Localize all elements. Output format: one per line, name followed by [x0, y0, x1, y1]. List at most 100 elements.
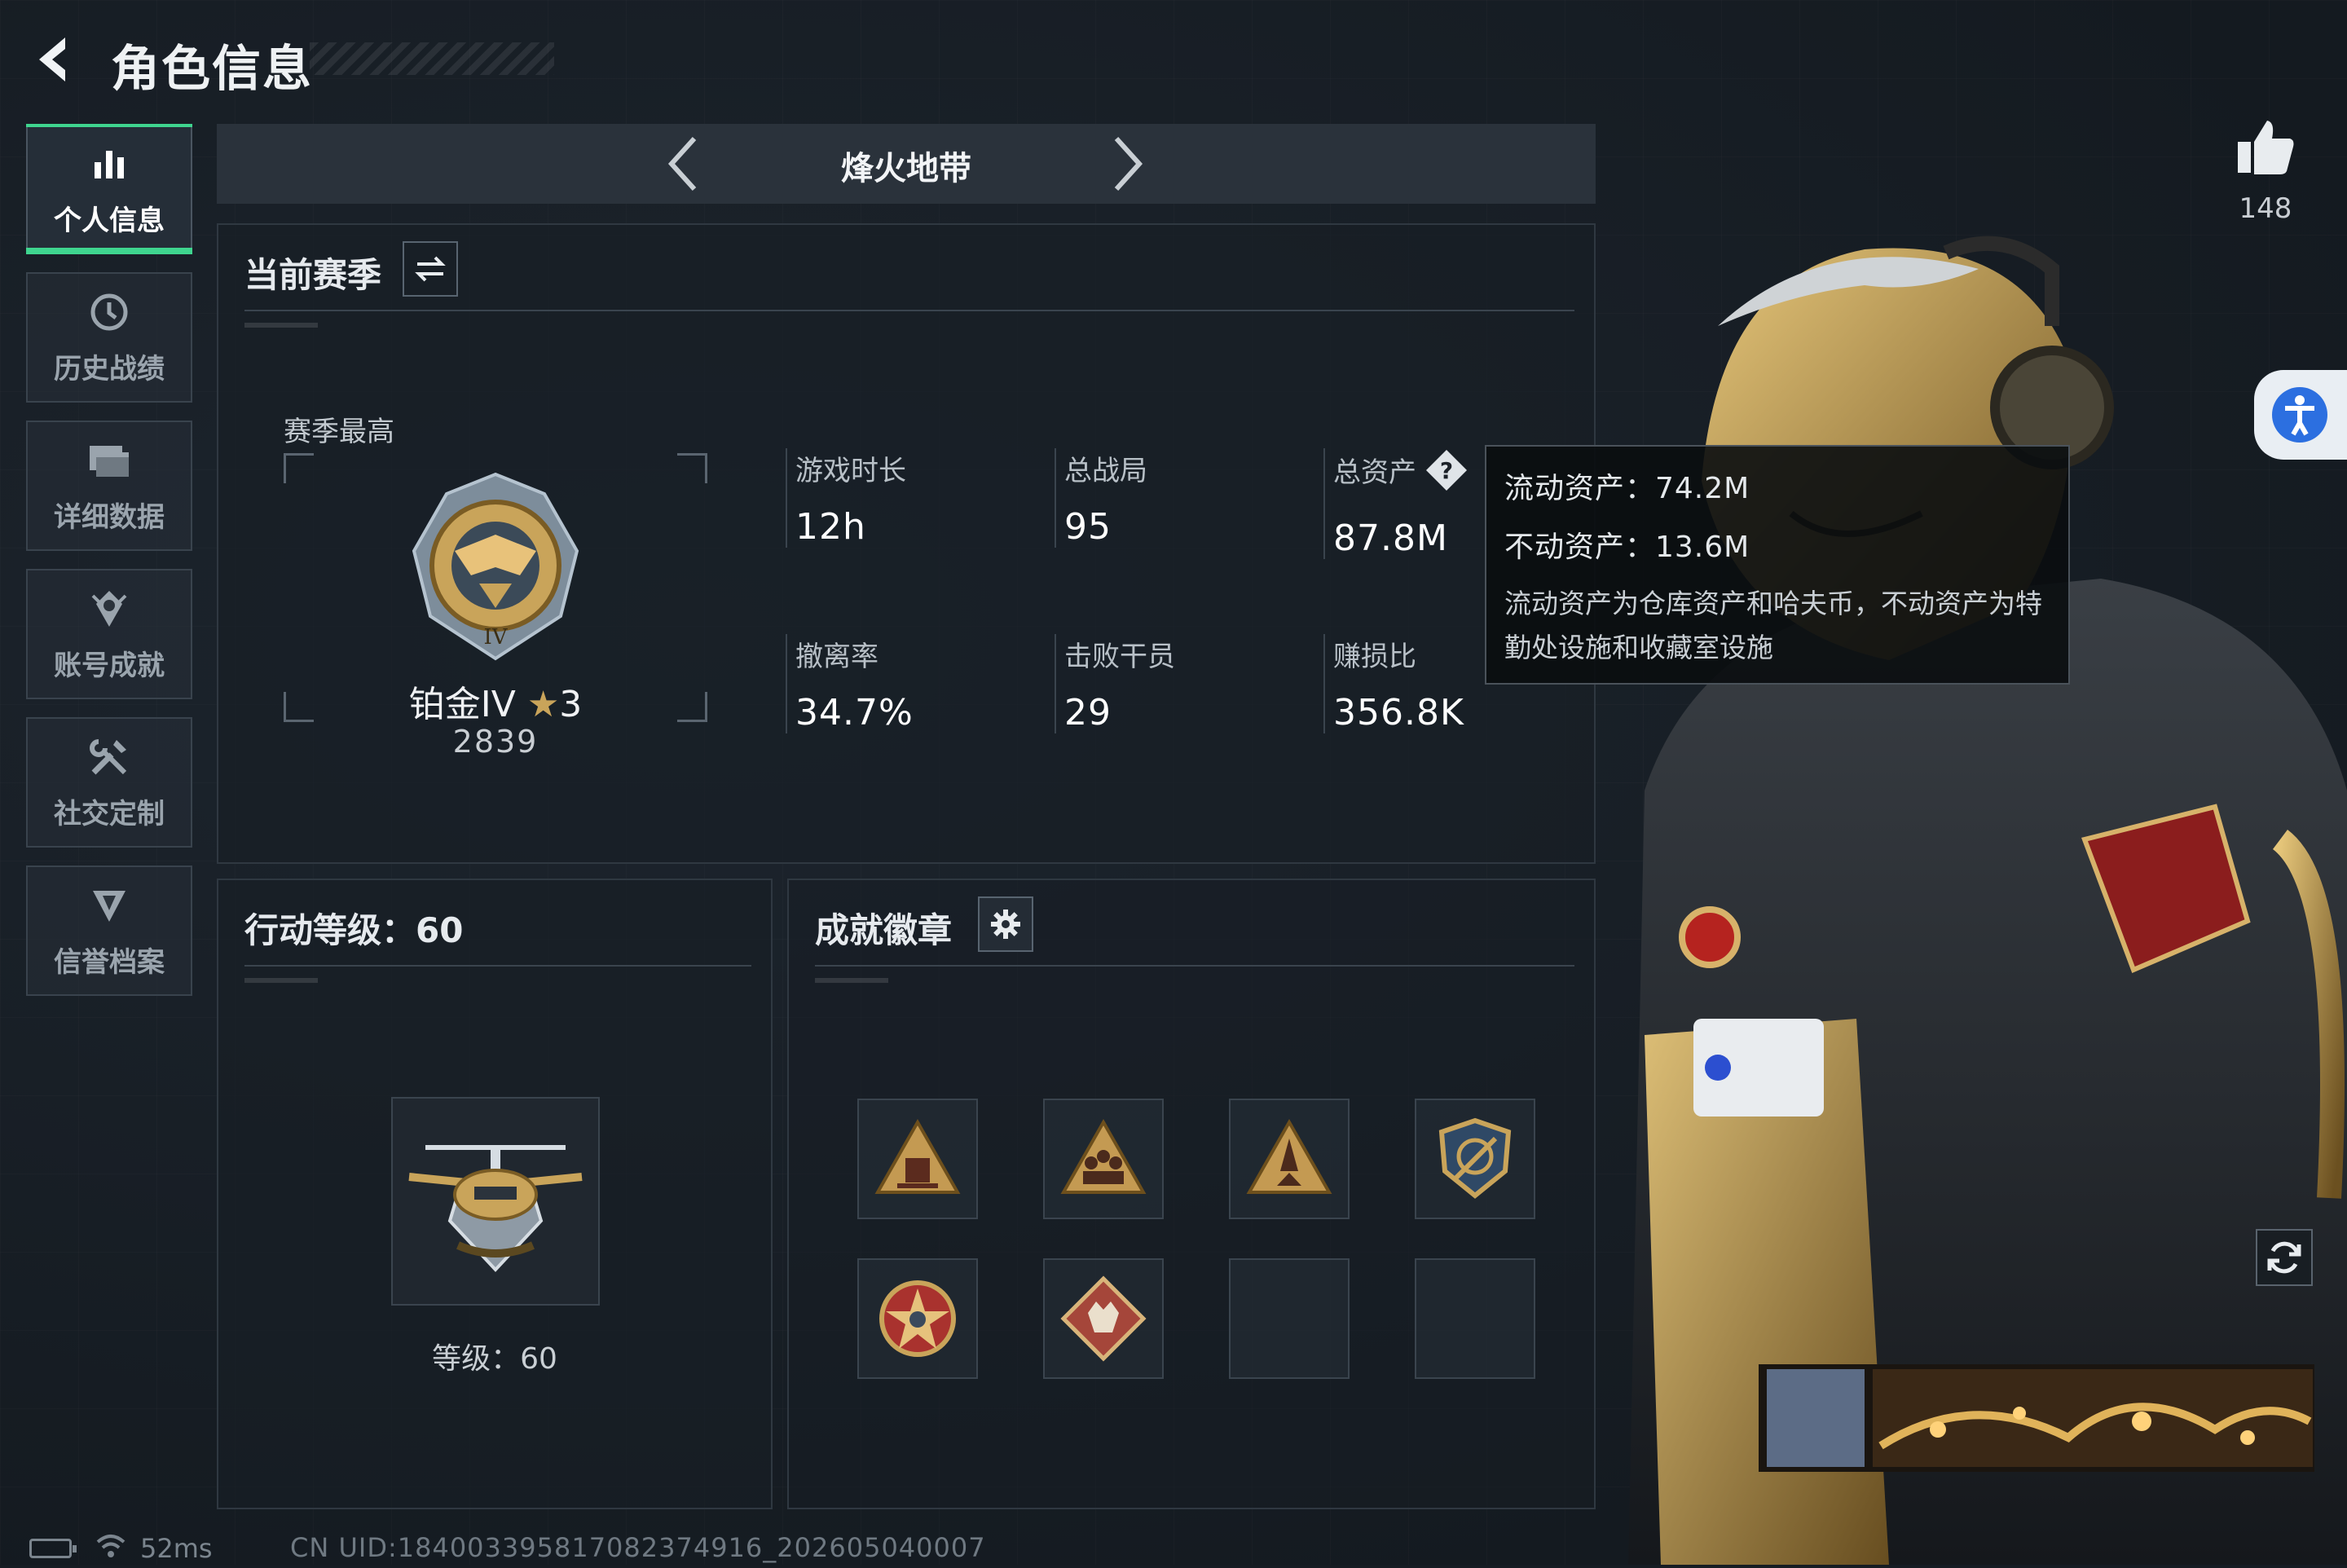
tools-icon	[86, 734, 132, 780]
sidebar-item-personal-info[interactable]: 个人信息	[26, 124, 192, 254]
uid-text: CN UID:18400339581708237491​6_2026050400…	[290, 1532, 986, 1563]
tooltip-fixed-assets: 不动资产：13.6M	[1504, 531, 1750, 564]
tooltip-liquid-assets: 流动资产：74.2M	[1504, 472, 1750, 505]
level-text: 等级：60	[432, 1342, 557, 1376]
thumbs-up-icon[interactable]	[2233, 114, 2298, 179]
stat-value: 87.8M	[1333, 518, 1448, 559]
swap-icon	[415, 256, 446, 282]
accessibility-icon	[2272, 387, 2327, 443]
sidebar-item-details[interactable]: 详细数据	[26, 421, 192, 551]
chevron-right-icon[interactable]	[1097, 135, 1154, 192]
page-title: 角色信息	[111, 41, 313, 98]
wifi-icon	[95, 1532, 127, 1565]
stat-total-assets: 总资产? 87.8M	[1323, 448, 1469, 559]
gear-icon	[991, 910, 1020, 939]
sidebar-item-label: 历史战绩	[54, 352, 165, 385]
stat-label: 击败干员	[1064, 641, 1175, 673]
badge-slot-empty[interactable]	[1415, 1258, 1535, 1379]
ping-text: 52ms	[140, 1533, 213, 1564]
star-icon: ★	[526, 684, 560, 725]
title-decoration	[310, 42, 554, 75]
rank-score: 2839	[452, 724, 539, 760]
rank-name-text: 铂金IV	[408, 684, 516, 725]
rank-emblem-icon: IV	[398, 469, 593, 665]
badge-slot[interactable]	[1043, 1258, 1164, 1379]
wolf-diamond-badge-icon	[1060, 1275, 1147, 1362]
season-heading: 当前赛季	[244, 255, 382, 295]
sidebar-item-social[interactable]: 社交定制	[26, 717, 192, 848]
stat-value: 95	[1064, 506, 1112, 548]
rank-stars: 3	[559, 684, 583, 725]
stat-profit-ratio: 赚损比 356.8K	[1323, 634, 1464, 733]
level-emblem[interactable]	[391, 1097, 600, 1306]
stat-value: 356.8K	[1333, 692, 1464, 733]
divider	[244, 310, 1574, 311]
stat-label: 总战局	[1064, 455, 1147, 487]
sidebar-item-achievements[interactable]: 账号成就	[26, 569, 192, 699]
season-panel: 当前赛季 赛季最高 IV 铂金IV ★3 2839 游戏时长 12h 总战局 9…	[217, 223, 1596, 864]
badge-slot[interactable]	[1229, 1099, 1350, 1219]
stat-label: 赚损比	[1333, 641, 1416, 673]
swap-season-button[interactable]	[403, 241, 458, 297]
tooltip-description: 流动资产为仓库资产和哈夫币，不动资产为特勤处设施和收藏室设施	[1504, 588, 2042, 663]
badge-slot[interactable]	[1043, 1099, 1164, 1219]
stat-label: 撤离率	[795, 641, 878, 673]
back-arrow-icon[interactable]	[24, 31, 81, 88]
badge-panel: 成就徽章	[787, 879, 1596, 1509]
character-model[interactable]	[1596, 220, 2347, 1565]
star-medal-badge-icon	[879, 1280, 956, 1357]
achievement-icon	[86, 586, 132, 632]
sidebar-item-reputation[interactable]: 信誉档案	[26, 865, 192, 996]
divider	[815, 965, 1574, 967]
card-banner[interactable]	[1759, 1364, 2314, 1472]
sidebar-item-history[interactable]: 历史战绩	[26, 272, 192, 403]
badge-settings-button[interactable]	[978, 896, 1033, 952]
shield-badge-icon	[1438, 1117, 1512, 1199]
badge-slot-empty[interactable]	[1229, 1258, 1350, 1379]
divider-accent	[244, 978, 318, 983]
assets-tooltip: 流动资产：74.2M 不动资产：13.6M 流动资产为仓库资产和哈夫币，不动资产…	[1485, 445, 2070, 685]
rotate-view-button[interactable]	[2256, 1229, 2313, 1286]
stat-extract-rate: 撤离率 34.7%	[786, 634, 914, 733]
stat-label-text: 总资产	[1333, 456, 1416, 489]
stat-label: 总资产?	[1333, 448, 1469, 500]
stat-total-matches: 总战局 95	[1055, 448, 1147, 548]
sidebar-item-label: 详细数据	[54, 500, 165, 534]
stat-value: 34.7%	[795, 692, 914, 733]
divider-accent	[815, 978, 888, 983]
rank-name: 铂金IV ★3	[316, 675, 675, 727]
status-bar: 52ms	[29, 1532, 213, 1565]
sidebar-item-label: 社交定制	[54, 797, 165, 830]
reputation-icon	[86, 883, 132, 928]
stat-value: 12h	[795, 506, 866, 548]
divider-accent	[244, 323, 318, 328]
battery-icon	[29, 1539, 77, 1558]
mode-selector: 烽火地带	[217, 124, 1596, 204]
stat-kills: 击败干员 29	[1055, 634, 1175, 733]
help-icon[interactable]: ?	[1424, 448, 1469, 500]
badge-slot[interactable]	[1415, 1099, 1535, 1219]
badge-heading: 成就徽章	[815, 910, 953, 950]
level-panel: 行动等级：60 等级：60	[217, 879, 773, 1509]
badge-slot[interactable]	[857, 1258, 978, 1379]
helicopter-emblem-icon	[408, 1145, 583, 1272]
refresh-icon	[2267, 1241, 2301, 1274]
sidebar-item-label: 信誉档案	[54, 945, 165, 979]
accessibility-button[interactable]	[2254, 370, 2347, 460]
level-heading: 行动等级：60	[244, 910, 464, 950]
stat-label: 游戏时长	[795, 455, 906, 487]
like-count: 148	[2239, 192, 2292, 225]
stat-value: 29	[1064, 692, 1112, 733]
sidebar-item-label: 账号成就	[54, 649, 165, 682]
svg-text:IV: IV	[483, 625, 508, 650]
history-clock-icon	[86, 289, 132, 335]
svg-text:?: ?	[1440, 457, 1453, 484]
badge-slot[interactable]	[857, 1099, 978, 1219]
season-best-label: 赛季最高	[284, 416, 394, 448]
stat-playtime: 游戏时长 12h	[786, 448, 906, 548]
soldiers-badge-icon	[1060, 1118, 1147, 1194]
rocket-badge-icon	[1246, 1118, 1332, 1194]
mode-title: 烽火地带	[841, 150, 971, 187]
triangle-badge-icon	[874, 1118, 961, 1194]
folder-icon	[86, 438, 132, 483]
